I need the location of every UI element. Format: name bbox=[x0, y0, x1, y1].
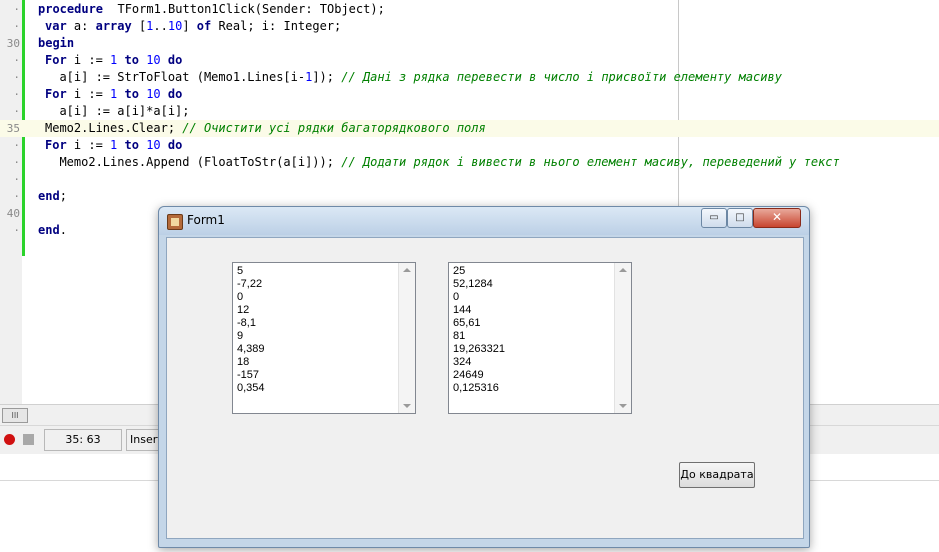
line-number: · bbox=[13, 54, 20, 67]
memo-line: 4,389 bbox=[237, 343, 265, 355]
code-line[interactable]: 30 begin bbox=[0, 35, 939, 52]
scroll-thumb[interactable]: III bbox=[2, 408, 28, 423]
memo2-scrollbar[interactable] bbox=[614, 263, 631, 413]
form-client-area: 5 -7,22 0 12 -8,1 9 4,389 18 -157 0,354 25 52,1284… bbox=[166, 237, 804, 539]
code-text: procedure TForm1.Button1Click(Sender: TO… bbox=[38, 2, 385, 16]
code-text: Memo2.Lines.Clear; // Очистити усі рядки… bbox=[45, 121, 486, 135]
code-line[interactable]: · For i := 1 to 10 do bbox=[0, 86, 939, 103]
code-line[interactable]: · var a: array [1..10] of Real; i: Intege… bbox=[0, 18, 939, 35]
line-number: · bbox=[13, 71, 20, 84]
line-number: 40 bbox=[6, 207, 20, 220]
memo-line: 5 bbox=[237, 265, 244, 277]
memo-line: 65,61 bbox=[453, 317, 481, 329]
line-number: · bbox=[13, 105, 20, 118]
line-number: · bbox=[13, 156, 20, 169]
code-text: a[i] := StrToFloat (Memo1.Lines[i-1]); /… bbox=[45, 70, 782, 84]
memo-line: 25 bbox=[453, 265, 466, 277]
window-title: Form1 bbox=[187, 213, 225, 227]
scroll-down-icon[interactable] bbox=[403, 404, 411, 408]
code-text: Memo2.Lines.Append (FloatToStr(a[i])); /… bbox=[45, 155, 840, 169]
maximize-button[interactable]: □ bbox=[727, 208, 753, 228]
form1-window: Form1 ▭ □ ✕ 5 -7,22 0 12 -8,1 9 4,389 18 -157 0,3… bbox=[158, 206, 810, 548]
memo-line: 24649 bbox=[453, 369, 484, 381]
record-macro-icon[interactable] bbox=[4, 434, 15, 445]
window-titlebar[interactable]: Form1 ▭ □ ✕ bbox=[159, 207, 809, 235]
line-number: 35 bbox=[6, 122, 20, 135]
scroll-up-icon[interactable] bbox=[619, 268, 627, 272]
code-text: end. bbox=[38, 223, 67, 237]
memo-line: 12 bbox=[237, 304, 250, 316]
memo-line: -157 bbox=[237, 369, 260, 381]
memo-line: 81 bbox=[453, 330, 466, 342]
code-text: end; bbox=[38, 189, 67, 203]
memo-line: 0,125316 bbox=[453, 382, 499, 394]
cursor-position: 35: 63 bbox=[44, 429, 122, 451]
memo-line: 18 bbox=[237, 356, 250, 368]
code-text: begin bbox=[38, 36, 75, 50]
code-text: var a: array [1..10] of Real; i: Integer… bbox=[45, 19, 342, 33]
scroll-up-icon[interactable] bbox=[403, 268, 411, 272]
line-number: 30 bbox=[6, 37, 20, 50]
memo-line: 0 bbox=[237, 291, 244, 303]
memo-line: 52,1284 bbox=[453, 278, 493, 290]
memo-line: 324 bbox=[453, 356, 472, 368]
code-text: For i := 1 to 10 do bbox=[45, 138, 183, 152]
line-number: · bbox=[13, 3, 20, 16]
minimize-button[interactable]: ▭ bbox=[701, 208, 727, 228]
line-number: · bbox=[13, 224, 20, 237]
code-line[interactable]: · Memo2.Lines.Append (FloatToStr(a[i]));… bbox=[0, 154, 939, 171]
scroll-down-icon[interactable] bbox=[619, 404, 627, 408]
line-number: · bbox=[13, 190, 20, 203]
code-line[interactable]: · bbox=[0, 171, 939, 188]
memo-line: 19,263321 bbox=[453, 343, 505, 355]
memo1-scrollbar[interactable] bbox=[398, 263, 415, 413]
code-text: For i := 1 to 10 do bbox=[45, 87, 183, 101]
square-button[interactable]: До квадрата bbox=[679, 462, 755, 488]
app-icon bbox=[167, 214, 183, 230]
close-button[interactable]: ✕ bbox=[753, 208, 801, 228]
code-line[interactable]: · For i := 1 to 10 do bbox=[0, 137, 939, 154]
code-text: a[i] := a[i]*a[i]; bbox=[45, 104, 190, 118]
code-line[interactable]: · a[i] := a[i]*a[i]; bbox=[0, 103, 939, 120]
memo1[interactable]: 5 -7,22 0 12 -8,1 9 4,389 18 -157 0,354 bbox=[232, 262, 416, 414]
code-line[interactable]: · procedure TForm1.Button1Click(Sender: T… bbox=[0, 1, 939, 18]
code-text: For i := 1 to 10 do bbox=[45, 53, 183, 67]
memo-line: 9 bbox=[237, 330, 244, 342]
code-line[interactable]: 35 Memo2.Lines.Clear; // Очистити усі ряд… bbox=[0, 120, 939, 137]
memo-line: -8,1 bbox=[237, 317, 256, 329]
line-number: · bbox=[13, 139, 20, 152]
code-line[interactable]: · end; bbox=[0, 188, 939, 205]
memo2[interactable]: 25 52,1284 0 144 65,61 81 19,263321 324 24649 0,1… bbox=[448, 262, 632, 414]
line-number: · bbox=[13, 173, 20, 186]
stop-macro-icon[interactable] bbox=[23, 434, 34, 445]
line-number: · bbox=[13, 20, 20, 33]
code-line[interactable]: · a[i] := StrToFloat (Memo1.Lines[i-1]);… bbox=[0, 69, 939, 86]
memo-line: 144 bbox=[453, 304, 472, 316]
memo-line: 0,354 bbox=[237, 382, 265, 394]
line-number: · bbox=[13, 88, 20, 101]
memo-line: 0 bbox=[453, 291, 460, 303]
code-line[interactable]: · For i := 1 to 10 do bbox=[0, 52, 939, 69]
memo-line: -7,22 bbox=[237, 278, 263, 290]
